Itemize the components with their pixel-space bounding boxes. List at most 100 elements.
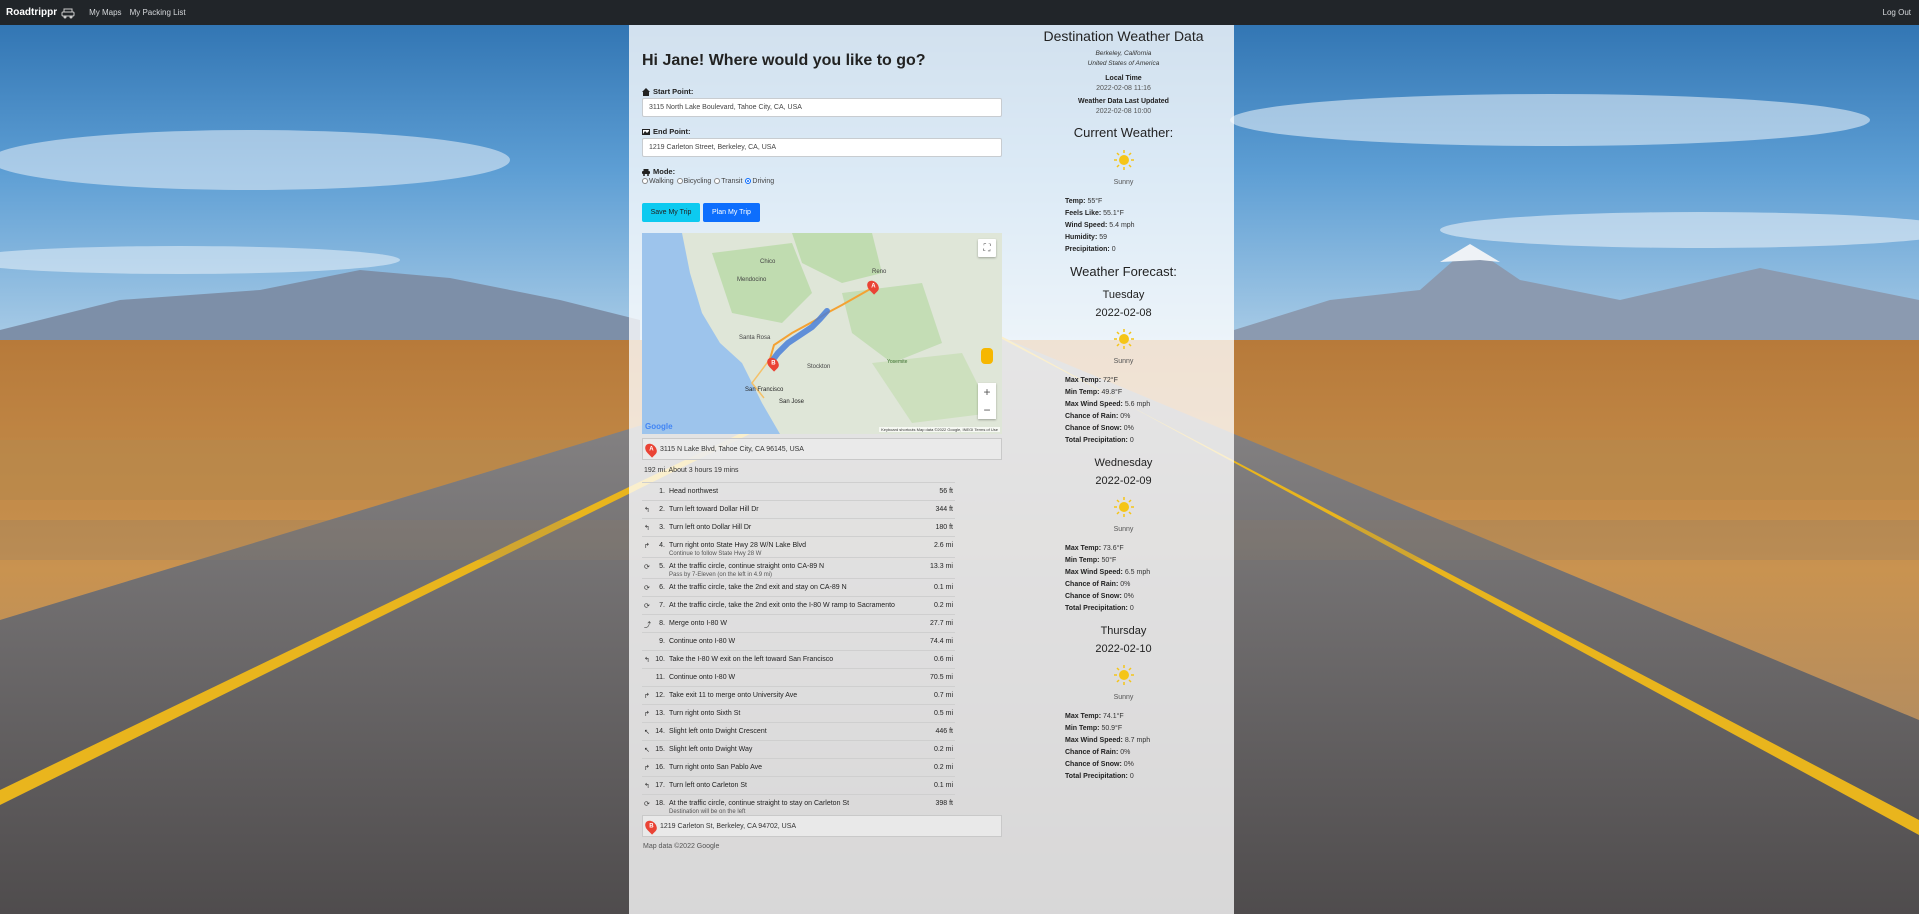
brand-logo[interactable]: Roadtrippr — [6, 7, 75, 19]
direction-step[interactable]: ⟳ 18. At the traffic circle, continue stra… — [642, 794, 955, 815]
svg-text:Chico: Chico — [760, 259, 776, 265]
mode-driving-label[interactable]: Driving — [752, 178, 774, 185]
directions-panel: A 3115 N Lake Blvd, Tahoe City, CA 96145… — [642, 438, 1002, 856]
maneuver-icon: ⤴ — [644, 622, 651, 629]
step-instruction: Turn left onto Dollar Hill Dr — [669, 524, 929, 531]
sunny-icon — [1113, 665, 1134, 685]
direction-step[interactable]: 1. Head northwest 56 ft — [642, 482, 955, 500]
direction-step[interactable]: ↰ 3. Turn left onto Dollar Hill Dr 180 ft — [642, 518, 955, 536]
max-temp: 74.1°F — [1103, 713, 1124, 720]
step-text: Slight left onto Dwight Crescent — [669, 728, 767, 735]
current-weather-heading: Current Weather: — [1073, 125, 1174, 140]
zoom-controls: + − — [978, 383, 996, 419]
direction-step[interactable]: ⟳ 7. At the traffic circle, take the 2nd e… — [642, 596, 955, 614]
step-distance: 56 ft — [939, 488, 953, 495]
mode-bicycling[interactable]: Bicycling — [676, 178, 712, 185]
step-number: 8. — [659, 620, 665, 627]
map-data-credit: Map data ©2022 Google — [643, 843, 720, 850]
step-instruction: Slight left onto Dwight Way — [669, 746, 929, 753]
step-instruction: Turn right onto San Pablo Ave — [669, 764, 929, 771]
step-number: 16. — [655, 764, 665, 771]
mode-bicycling-label[interactable]: Bicycling — [684, 178, 712, 185]
maneuver-icon: ↱ — [644, 765, 650, 772]
step-distance: 0.2 mi — [933, 746, 953, 753]
direction-step[interactable]: ↱ 12. Take exit 11 to merge onto Universit… — [642, 686, 955, 704]
end-point-input[interactable]: 1219 Carleton Street, Berkeley, CA, USA — [642, 138, 1002, 157]
radio-driving[interactable] — [745, 178, 752, 184]
weather-city: Berkeley, California — [1095, 50, 1152, 57]
svg-text:Mendocino: Mendocino — [737, 277, 767, 283]
mode-transit-label[interactable]: Transit — [721, 178, 742, 185]
current-temp-label: Temp: — [1065, 198, 1086, 205]
maneuver-icon: ⟳ — [644, 564, 650, 571]
current-condition: Sunny — [1113, 179, 1134, 186]
map-attribution[interactable]: Keyboard shortcuts Map data ©2022 Google… — [879, 427, 1000, 432]
maneuver-icon: ⟳ — [644, 585, 650, 592]
step-text: Continue onto I-80 W — [669, 674, 736, 681]
route-map[interactable]: Mendocino Chico Reno Santa Rosa Stockton… — [642, 233, 1002, 434]
map-tiles: Mendocino Chico Reno Santa Rosa Stockton… — [642, 233, 1002, 434]
zoom-out-button[interactable]: − — [978, 401, 996, 419]
step-instruction: Turn left toward Dollar Hill Dr — [669, 506, 929, 513]
forecast-date: 2022-02-09 — [1095, 475, 1152, 487]
direction-step[interactable]: 11. Continue onto I-80 W 70.5 mi — [642, 668, 955, 686]
start-endpoint[interactable]: A 3115 N Lake Blvd, Tahoe City, CA 96145… — [642, 438, 1002, 460]
plan-trip-button[interactable]: Plan My Trip — [703, 203, 760, 222]
direction-step[interactable]: ↱ 16. Turn right onto San Pablo Ave 0.2 mi — [642, 758, 955, 776]
forecast-stats: Max Temp: 74.1°F Min Temp: 50.9°F Max Wind… — [1026, 711, 1221, 783]
wind-speed-label: Wind Speed: — [1065, 222, 1108, 229]
direction-step[interactable]: ⤴ 8. Merge onto I-80 W 27.7 mi — [642, 614, 955, 632]
brand-name[interactable]: Roadtrippr — [6, 7, 57, 18]
nav-my-maps[interactable]: My Maps — [89, 8, 121, 17]
direction-step[interactable]: 9. Continue onto I-80 W 74.4 mi — [642, 632, 955, 650]
zoom-in-button[interactable]: + — [978, 383, 996, 401]
direction-step[interactable]: ↰ 17. Turn left onto Carleton St 0.1 mi — [642, 776, 955, 794]
step-text: At the traffic circle, continue straight… — [669, 563, 825, 570]
direction-step[interactable]: ⟳ 6. At the traffic circle, take the 2nd e… — [642, 578, 955, 596]
snow-chance: 0% — [1123, 761, 1134, 768]
mode-driving[interactable]: Driving — [745, 178, 774, 185]
marker-b-icon[interactable]: B — [764, 355, 782, 372]
radio-transit[interactable] — [714, 178, 721, 184]
direction-step[interactable]: ↰ 10. Take the I-80 W exit on the left tow… — [642, 650, 955, 668]
direction-step[interactable]: ⟳ 5. At the traffic circle, continue strai… — [642, 557, 955, 578]
rain-chance-label: Chance of Rain: — [1065, 413, 1119, 420]
marker-a-icon[interactable]: A — [864, 278, 882, 295]
step-number: 17. — [655, 782, 665, 789]
step-text: At the traffic circle, continue straight… — [669, 800, 850, 807]
radio-bicycling[interactable] — [676, 178, 683, 184]
radio-walking[interactable] — [642, 178, 648, 184]
save-trip-button[interactable]: Save My Trip — [642, 203, 700, 222]
mode-walking[interactable]: Walking — [642, 178, 674, 185]
direction-step[interactable]: ↱ 4. Turn right onto State Hwy 28 W/N Lake… — [642, 536, 955, 557]
last-updated-label: Weather Data Last Updated — [1078, 98, 1169, 105]
direction-step[interactable]: ↖ 15. Slight left onto Dwight Way 0.2 mi — [642, 740, 955, 758]
current-temp: 55°F — [1087, 198, 1103, 205]
direction-step[interactable]: ↱ 13. Turn right onto Sixth St 0.5 mi — [642, 704, 955, 722]
step-number: 3. — [659, 524, 665, 531]
step-text: Turn right onto San Pablo Ave — [669, 764, 763, 771]
nav-my-packing-list[interactable]: My Packing List — [130, 8, 186, 17]
direction-step[interactable]: ↖ 14. Slight left onto Dwight Crescent 446 … — [642, 722, 955, 740]
snow-chance-label: Chance of Snow: — [1065, 761, 1122, 768]
mode-walking-label[interactable]: Walking — [649, 178, 674, 185]
sunny-icon — [1113, 497, 1134, 517]
step-distance: 446 ft — [935, 728, 953, 735]
start-point-input[interactable]: 3115 North Lake Boulevard, Tahoe City, C… — [642, 98, 1002, 117]
step-distance: 0.6 mi — [933, 656, 953, 663]
weather-panel: Destination Weather Data Berkeley, Calif… — [1026, 25, 1221, 783]
forecast-stats: Max Temp: 72°F Min Temp: 49.8°F Max Wind S… — [1026, 375, 1221, 447]
rain-chance-label: Chance of Rain: — [1065, 581, 1119, 588]
end-endpoint[interactable]: B 1219 Carleton St, Berkeley, CA 94702, … — [642, 815, 1002, 837]
street-view-pegman-icon[interactable] — [981, 348, 993, 364]
end-point-label: End Point: — [642, 127, 691, 136]
min-temp: 50.9°F — [1101, 725, 1123, 732]
mode-transit[interactable]: Transit — [714, 178, 742, 185]
min-temp: 49.8°F — [1101, 389, 1123, 396]
forecast-date: 2022-02-10 — [1095, 643, 1152, 655]
direction-step[interactable]: ↰ 2. Turn left toward Dollar Hill Dr 344 ft — [642, 500, 955, 518]
step-distance: 344 ft — [935, 506, 953, 513]
fullscreen-icon[interactable]: ⛶ — [978, 239, 996, 257]
logout-link[interactable]: Log Out — [1883, 8, 1911, 17]
last-updated-value: 2022-02-08 10:00 — [1095, 108, 1152, 115]
